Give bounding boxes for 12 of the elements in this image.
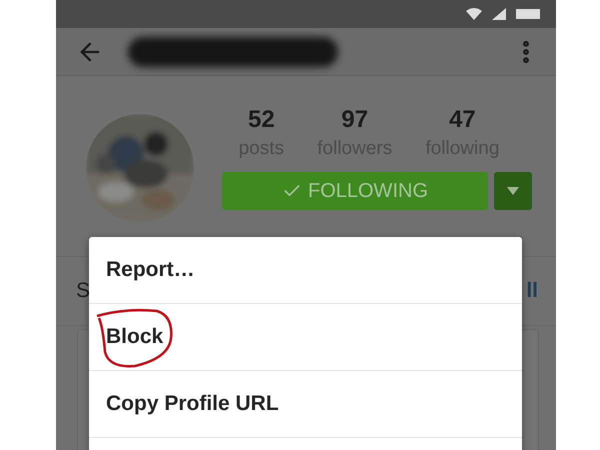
menu-item[interactable]: Block	[106, 325, 164, 349]
dropdown-button[interactable]	[494, 172, 532, 210]
stat-count: 97	[341, 106, 368, 134]
stat-count: 47	[449, 106, 476, 134]
signal-icon	[492, 8, 506, 20]
menu-item[interactable]: Report…	[106, 258, 195, 282]
caret-icon	[507, 187, 519, 195]
section-title: S	[76, 279, 90, 303]
battery-icon	[516, 8, 542, 20]
menu-item[interactable]: Copy Profile URL	[106, 392, 279, 416]
stat-count: 52	[248, 106, 275, 134]
wifi-icon	[466, 8, 482, 20]
